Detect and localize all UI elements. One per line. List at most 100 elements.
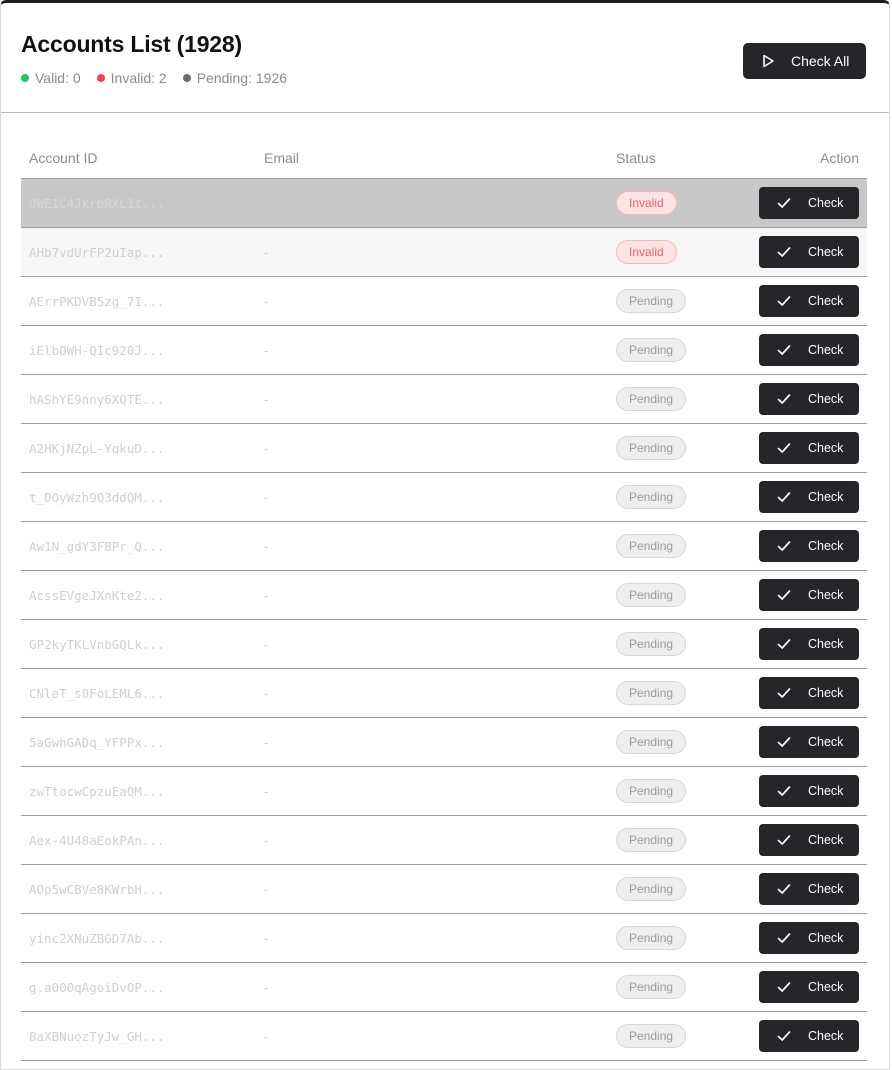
check-button-label: Check (808, 686, 844, 700)
table-row[interactable]: yinc2XNuZBGD7Ab... - Pending Check (21, 913, 867, 963)
accounts-panel: Accounts List (1928) Valid: 0 Invalid: 2… (0, 0, 890, 1070)
check-button-label: Check (808, 490, 844, 504)
status-badge: Pending (616, 779, 687, 803)
table-row[interactable]: A2HKjNZpL-YqkuD... - Pending Check (21, 423, 867, 473)
checkmark-icon (777, 980, 791, 994)
check-button[interactable]: Check (759, 285, 859, 317)
table-row[interactable]: AHb7vdUrFP2uIap... - Invalid Check (21, 227, 867, 277)
table-row[interactable]: zwTtocwCpzuEaQM... - Pending Check (21, 766, 867, 816)
table-row[interactable]: g.a000qAgoiDvOP... - Pending Check (21, 962, 867, 1012)
status-cell: Pending (616, 619, 736, 669)
account-id-cell: zwTtocwCpzuEaQM... (21, 766, 264, 816)
email-cell: - (264, 864, 616, 914)
table-row[interactable]: QWE1C4JkrbRXL1t... - Invalid Check (21, 178, 867, 228)
account-id-cell: GP2kyTKLVnbGQLk... (21, 619, 264, 669)
account-id-cell: QWE1C4JkrbRXL1t... (21, 178, 264, 228)
table-row[interactable]: hAShYE9nny6XQTE... - Pending Check (21, 374, 867, 424)
status-cell: Pending (616, 717, 736, 767)
table-row[interactable]: t_OOyWzh9Q3ddQM... - Pending Check (21, 472, 867, 522)
check-button[interactable]: Check (759, 579, 859, 611)
check-button-label: Check (808, 784, 844, 798)
check-button[interactable]: Check (759, 530, 859, 562)
check-button[interactable]: Check (759, 922, 859, 954)
panel-header: Accounts List (1928) Valid: 0 Invalid: 2… (1, 3, 889, 113)
invalid-stat: Invalid: 2 (96, 70, 167, 86)
action-cell: Check (736, 864, 867, 914)
status-cell: Pending (616, 1011, 736, 1061)
email-cell: - (264, 913, 616, 963)
check-button[interactable]: Check (759, 432, 859, 464)
status-cell: Invalid (616, 227, 736, 277)
table-row[interactable]: AOp5wCBVe8KWrbH... - Pending Check (21, 864, 867, 914)
table-row[interactable]: GP2kyTKLVnbGQLk... - Pending Check (21, 619, 867, 669)
status-cell: Pending (616, 962, 736, 1012)
check-button[interactable]: Check (759, 971, 859, 1003)
checkmark-icon (777, 686, 791, 700)
check-button-label: Check (808, 441, 844, 455)
status-cell: Pending (616, 521, 736, 571)
check-button[interactable]: Check (759, 726, 859, 758)
account-id-cell: 5aGwhGADq_YFPPx... (21, 717, 264, 767)
table-row[interactable]: Aw1N_gdY3FBPr_Q... - Pending Check (21, 521, 867, 571)
check-all-button[interactable]: Check All (743, 43, 866, 79)
account-id-cell: 8aXBNuozTyJw_GH... (21, 1011, 264, 1061)
check-button[interactable]: Check (759, 628, 859, 660)
accounts-table-wrapper[interactable]: Account ID Email Status Action QWE1C4Jkr… (21, 138, 867, 1061)
action-cell: Check (736, 521, 867, 571)
check-button[interactable]: Check (759, 383, 859, 415)
checkmark-icon (777, 441, 791, 455)
check-button[interactable]: Check (759, 873, 859, 905)
check-button[interactable]: Check (759, 481, 859, 513)
email-cell: - (264, 472, 616, 522)
action-cell: Check (736, 815, 867, 865)
account-id-cell: AErrPKDVB5zg_7I... (21, 276, 264, 326)
checkmark-icon (777, 882, 791, 896)
email-cell: - (264, 178, 616, 228)
check-button[interactable]: Check (759, 824, 859, 856)
table-row[interactable]: iElbOWH-QIc920J... - Pending Check (21, 325, 867, 375)
status-badge: Invalid (616, 240, 677, 264)
status-badge: Pending (616, 632, 687, 656)
table-header-row: Account ID Email Status Action (21, 138, 867, 179)
check-button[interactable]: Check (759, 334, 859, 366)
checkmark-icon (777, 294, 791, 308)
check-button-label: Check (808, 637, 844, 651)
status-cell: Pending (616, 472, 736, 522)
check-button-label: Check (808, 245, 844, 259)
account-id-cell: AOp5wCBVe8KWrbH... (21, 864, 264, 914)
email-cell: - (264, 619, 616, 669)
check-button[interactable]: Check (759, 1020, 859, 1052)
check-button[interactable]: Check (759, 677, 859, 709)
play-icon (761, 54, 775, 68)
status-badge: Pending (616, 975, 687, 999)
table-row[interactable]: CNleT_s0FoLEML6... - Pending Check (21, 668, 867, 718)
status-cell: Pending (616, 276, 736, 326)
check-button-label: Check (808, 294, 844, 308)
table-row[interactable]: 5aGwhGADq_YFPPx... - Pending Check (21, 717, 867, 767)
status-badge: Pending (616, 730, 687, 754)
table-row[interactable]: Aex-4U48aEokPAn... - Pending Check (21, 815, 867, 865)
status-badge: Invalid (616, 191, 677, 215)
account-id-cell: Aw1N_gdY3FBPr_Q... (21, 521, 264, 571)
status-badge: Pending (616, 1024, 687, 1048)
check-button-label: Check (808, 980, 844, 994)
table-row[interactable]: AcssEVgeJXnKte2... - Pending Check (21, 570, 867, 620)
check-button[interactable]: Check (759, 187, 859, 219)
check-button-label: Check (808, 735, 844, 749)
email-cell: - (264, 276, 616, 326)
email-cell: - (264, 374, 616, 424)
status-badge: Pending (616, 828, 687, 852)
pending-stat-label: Pending: 1926 (196, 70, 288, 86)
check-button[interactable]: Check (759, 236, 859, 268)
table-row[interactable]: 8aXBNuozTyJw_GH... - Pending Check (21, 1011, 867, 1061)
column-header-account-id: Account ID (21, 138, 264, 179)
checkmark-icon (777, 588, 791, 602)
pending-dot-icon (182, 74, 191, 82)
valid-stat: Valid: 0 (21, 70, 81, 86)
check-button-label: Check (808, 196, 844, 210)
status-cell: Pending (616, 570, 736, 620)
table-row[interactable]: AErrPKDVB5zg_7I... - Pending Check (21, 276, 867, 326)
checkmark-icon (777, 784, 791, 798)
checkmark-icon (777, 490, 791, 504)
check-button[interactable]: Check (759, 775, 859, 807)
